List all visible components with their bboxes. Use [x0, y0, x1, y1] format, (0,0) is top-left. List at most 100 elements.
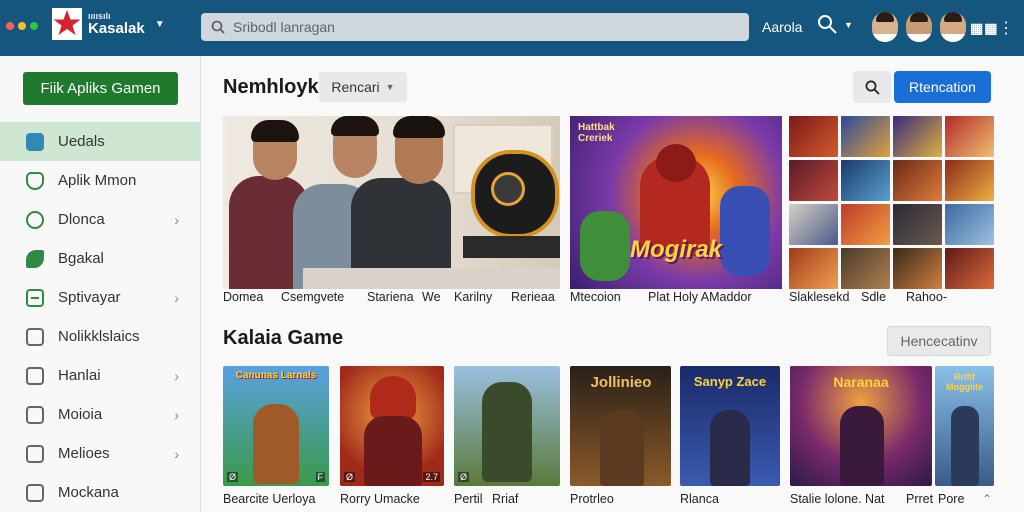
- game-title-5[interactable]: Stalie lolone. Nat: [790, 492, 885, 506]
- sidebar-item-label: Bgakal: [58, 250, 104, 267]
- game-title-2b[interactable]: Rriaf: [492, 492, 518, 506]
- chevron-down-icon[interactable]: ▼: [155, 19, 165, 30]
- game-card-3[interactable]: Jollinieo: [570, 366, 671, 486]
- thumbnail[interactable]: [893, 204, 942, 245]
- thumbnail[interactable]: [789, 116, 838, 157]
- game-card-1[interactable]: Ø 2.7: [340, 366, 444, 486]
- top-nav-link[interactable]: Aarola: [762, 19, 802, 35]
- thumbnail[interactable]: [945, 160, 994, 201]
- feature-caption[interactable]: Mtecoion: [570, 290, 621, 304]
- game-badge-secondary: F: [315, 472, 325, 482]
- dropdown-label: Rencari: [331, 79, 380, 95]
- thumbnail[interactable]: [893, 248, 942, 289]
- thumbnail[interactable]: [841, 248, 890, 289]
- game-card-6[interactable]: Rrifif Mogglite: [935, 366, 994, 486]
- game-card-2[interactable]: Ø: [454, 366, 560, 486]
- thumbnail[interactable]: [945, 116, 994, 157]
- game-title-6[interactable]: Prret: [906, 492, 933, 506]
- sidebar-item-3[interactable]: Bgakal: [0, 239, 201, 278]
- document-icon: [26, 444, 44, 463]
- search-icon: [865, 80, 880, 95]
- chevron-down-icon: ▼: [844, 20, 853, 30]
- featured-game-art[interactable]: Hattbak Creriek Mogirak: [570, 116, 782, 289]
- more-vertical-icon[interactable]: ⋮: [998, 18, 1014, 38]
- game-title-3[interactable]: Protrleo: [570, 492, 614, 506]
- grid-caption-2[interactable]: Rahoo-: [906, 290, 947, 304]
- logo-title: Kasalak: [88, 20, 145, 37]
- account-menu[interactable]: ▼: [816, 14, 853, 36]
- sidebar-item-1[interactable]: Aplik Mmon: [0, 161, 201, 200]
- game-title-2[interactable]: Pertil: [454, 492, 482, 506]
- game-badge: Ø: [458, 472, 470, 482]
- search-bar[interactable]: [201, 13, 749, 41]
- game-art-title: Canunas Larnals: [235, 370, 317, 381]
- avatar[interactable]: [872, 12, 898, 42]
- section-title-games: Kalaia Game: [223, 327, 344, 349]
- feature-caption-2[interactable]: Plat Holy AMaddor: [648, 290, 752, 304]
- search-button[interactable]: [853, 71, 891, 103]
- thumbnail[interactable]: [945, 204, 994, 245]
- square-icon: [26, 483, 44, 502]
- game-card-0[interactable]: Canunas Larnals Ø F: [223, 366, 329, 486]
- sidebar-item-label: Aplik Mmon: [58, 172, 137, 189]
- game-card-row: Canunas Larnals Ø F Ø 2.7 Ø Jollinieo Sa…: [223, 366, 994, 486]
- hero-caption-5[interactable]: Rerieaa: [511, 290, 555, 304]
- hero-image[interactable]: [223, 116, 560, 289]
- filter-dropdown[interactable]: Rencari ▼: [319, 72, 407, 102]
- sidebar-item-5[interactable]: Nolikklslaics: [0, 317, 201, 356]
- grid-caption-1[interactable]: Sdle: [861, 290, 886, 304]
- avatar[interactable]: [940, 12, 966, 42]
- avatar[interactable]: [906, 12, 932, 42]
- hero-caption-1[interactable]: Csemgvete: [281, 290, 344, 304]
- thumbnail[interactable]: [893, 160, 942, 201]
- sidebar-item-label: Nolikklslaics: [58, 328, 140, 345]
- app-logo[interactable]: ıııısılı Kasalak ▼: [52, 8, 165, 40]
- sidebar-item-9[interactable]: Mockana: [0, 473, 201, 512]
- game-title-6b[interactable]: Pore: [938, 492, 964, 506]
- user-search-icon: [818, 15, 837, 34]
- window-dot-green[interactable]: [30, 22, 38, 30]
- grid-caption-0[interactable]: Slaklesekd: [789, 290, 849, 304]
- sidebar-item-0[interactable]: Uedals: [0, 122, 201, 161]
- sidebar-item-4[interactable]: Sptivayar ›: [0, 278, 201, 317]
- search-input[interactable]: [233, 19, 713, 35]
- thumbnail[interactable]: [789, 248, 838, 289]
- apps-grid-icon[interactable]: ▦▦: [970, 20, 998, 37]
- window-dot-red[interactable]: [6, 22, 14, 30]
- sidebar-list: Uedals Aplik Mmon Dlonca › Bgakal Sptiva…: [0, 122, 201, 512]
- thumbnail[interactable]: [789, 204, 838, 245]
- search-icon: [211, 20, 225, 34]
- thumbnail[interactable]: [841, 116, 890, 157]
- image-icon: [26, 366, 44, 385]
- scroll-up-icon[interactable]: ⌃: [982, 492, 992, 506]
- hero-caption-2[interactable]: Stariena: [367, 290, 414, 304]
- sidebar-item-label: Moioia: [58, 406, 103, 423]
- game-card-4[interactable]: Sanyp Zace: [680, 366, 780, 486]
- sidebar-item-7[interactable]: Moioia ›: [0, 395, 201, 434]
- primary-action-button[interactable]: Fiik Apliks Gamen: [23, 72, 178, 105]
- game-title-1[interactable]: Rorry Umacke: [340, 492, 420, 506]
- sidebar-item-label: Uedals: [58, 133, 105, 150]
- secondary-button[interactable]: Hencecatinv: [887, 326, 991, 356]
- game-card-5[interactable]: Naranaa: [790, 366, 932, 486]
- thumbnail[interactable]: [893, 116, 942, 157]
- primary-blue-button[interactable]: Rtencation: [894, 71, 991, 103]
- game-title-4[interactable]: Rlanca: [680, 492, 719, 506]
- chevron-down-icon: ▼: [385, 82, 395, 92]
- sidebar-item-2[interactable]: Dlonca ›: [0, 200, 201, 239]
- window-dot-yellow[interactable]: [18, 22, 26, 30]
- avatar-group: [872, 12, 966, 42]
- thumbnail[interactable]: [789, 160, 838, 201]
- thumbnail[interactable]: [841, 160, 890, 201]
- hero-caption-0[interactable]: Domea: [223, 290, 263, 304]
- shield-icon: [26, 171, 44, 190]
- sidebar-item-6[interactable]: Hanlai ›: [0, 356, 201, 395]
- hero-caption-3[interactable]: We: [422, 290, 441, 304]
- sidebar-item-8[interactable]: Melioes ›: [0, 434, 201, 473]
- thumbnail[interactable]: [841, 204, 890, 245]
- chevron-right-icon: ›: [174, 289, 179, 306]
- hero-caption-4[interactable]: Karilny: [454, 290, 492, 304]
- game-title-0[interactable]: Bearcite Uerloya: [223, 492, 315, 506]
- featured-art-tag: Hattbak Creriek: [578, 122, 615, 144]
- thumbnail[interactable]: [945, 248, 994, 289]
